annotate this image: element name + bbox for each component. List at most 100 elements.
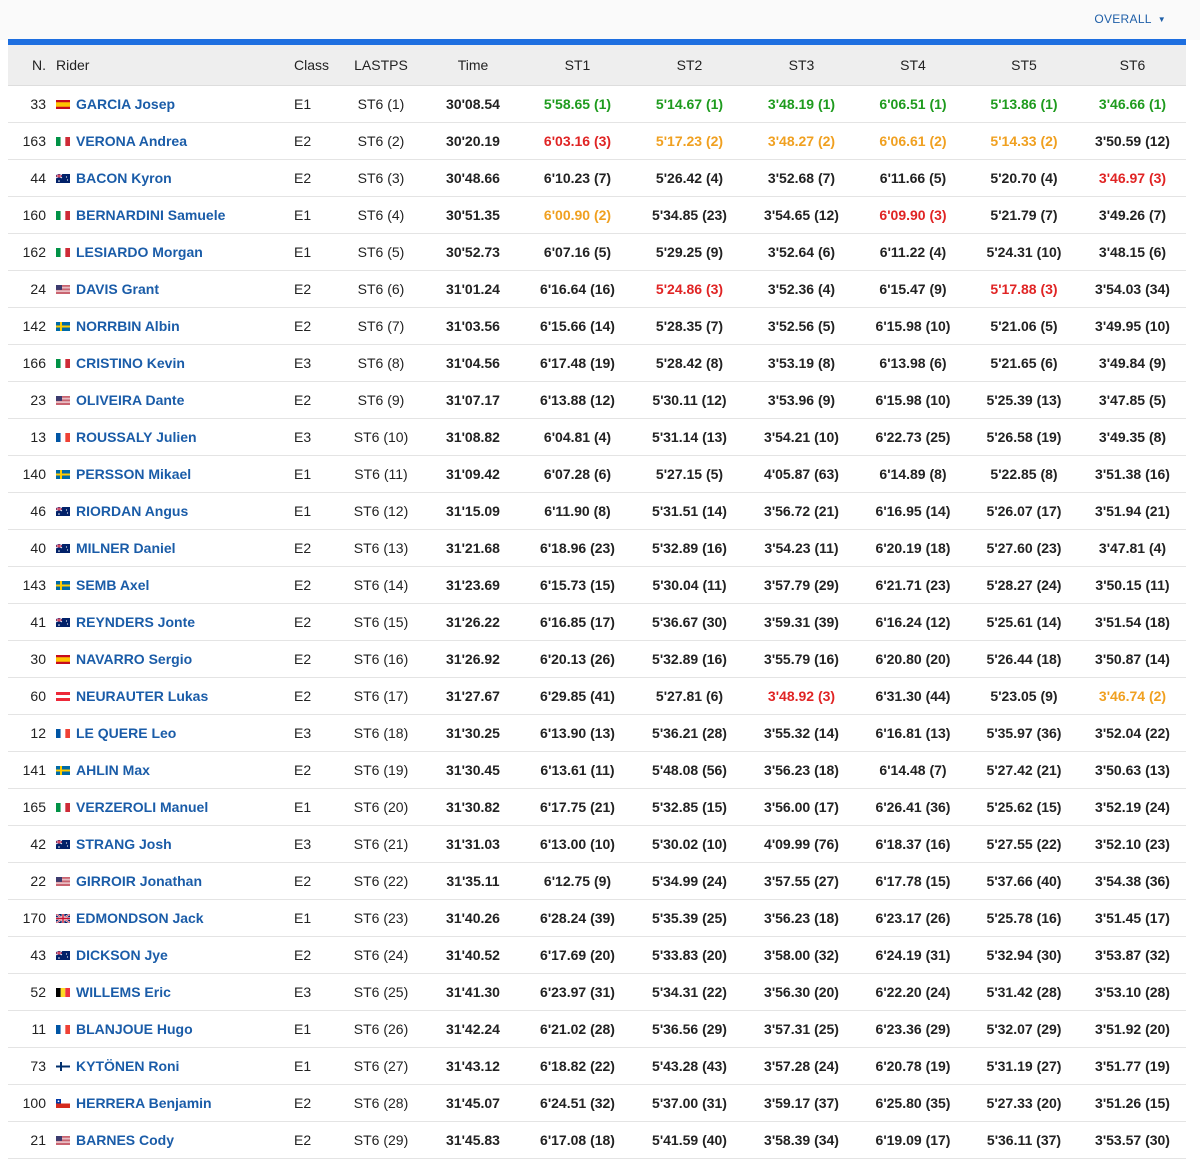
- rider-name-link[interactable]: BACON Kyron: [76, 170, 172, 186]
- rider-name-link[interactable]: NORRBIN Albin: [76, 318, 180, 334]
- col-header-rider[interactable]: Rider: [50, 45, 286, 86]
- rider-name-link[interactable]: OLIVEIRA Dante: [76, 392, 184, 408]
- stage-5-time: 5'21.65 (6): [969, 344, 1079, 382]
- last-stage: ST6 (23): [338, 899, 424, 937]
- stage-3-time: 3'53.19 (8): [746, 344, 857, 382]
- rider-name-link[interactable]: ROUSSALY Julien: [76, 429, 197, 445]
- stage-3-time: 3'48.27 (2): [746, 122, 857, 160]
- col-header-st2[interactable]: ST2: [633, 45, 746, 86]
- table-row: 143 SEMB Axel E2 ST6 (14) 31'23.69 6'15.73 (1…: [8, 566, 1186, 604]
- rider-name-link[interactable]: MILNER Daniel: [76, 540, 176, 556]
- col-header-st4[interactable]: ST4: [857, 45, 969, 86]
- rider-name-link[interactable]: BLANJOUE Hugo: [76, 1021, 193, 1037]
- rider-cell: BERNARDINI Samuele: [50, 196, 286, 234]
- rider-name-link[interactable]: VERONA Andrea: [76, 133, 187, 149]
- flag-us-icon: [56, 281, 70, 294]
- col-header-time[interactable]: Time: [424, 45, 522, 86]
- rider-name-link[interactable]: KYTÖNEN Roni: [76, 1058, 179, 1074]
- stage-2-time: 5'34.85 (23): [633, 196, 746, 234]
- col-header-number[interactable]: N.: [8, 45, 50, 86]
- stage-3-time: 3'56.72 (21): [746, 492, 857, 530]
- stage-6-time: 3'49.35 (8): [1079, 418, 1186, 456]
- total-time: 31'40.52: [424, 936, 522, 974]
- stage-6-time: 3'51.94 (21): [1079, 492, 1186, 530]
- col-header-st5[interactable]: ST5: [969, 45, 1079, 86]
- rider-name-link[interactable]: CRISTINO Kevin: [76, 355, 185, 371]
- table-row: 40 MILNER Daniel E2 ST6 (13) 31'21.68 6'18.96…: [8, 529, 1186, 567]
- rider-cell: MILNER Daniel: [50, 529, 286, 567]
- rider-class: E2: [286, 640, 338, 678]
- rider-cell: VERZEROLI Manuel: [50, 788, 286, 826]
- col-header-st6[interactable]: ST6: [1079, 45, 1186, 86]
- stage-5-time: 5'25.39 (13): [969, 381, 1079, 419]
- stage-5-time: 5'27.33 (20): [969, 1084, 1079, 1122]
- stage-5-time: 5'14.33 (2): [969, 122, 1079, 160]
- last-stage: ST6 (12): [338, 492, 424, 530]
- stage-1-time: 6'18.96 (23): [522, 529, 633, 567]
- stage-2-time: 5'35.39 (25): [633, 899, 746, 937]
- rider-name-link[interactable]: DICKSON Jye: [76, 947, 168, 963]
- rider-class: E1: [286, 492, 338, 530]
- rider-name-link[interactable]: HERRERA Benjamin: [76, 1095, 212, 1111]
- stage-2-time: 5'32.89 (16): [633, 529, 746, 567]
- rider-name-link[interactable]: PERSSON Mikael: [76, 466, 191, 482]
- stage-3-time: 3'54.21 (10): [746, 418, 857, 456]
- col-header-st3[interactable]: ST3: [746, 45, 857, 86]
- stage-5-time: 5'25.62 (15): [969, 788, 1079, 826]
- stage-3-time: 3'56.30 (20): [746, 973, 857, 1011]
- rider-name-link[interactable]: REYNDERS Jonte: [76, 614, 195, 630]
- rider-name-link[interactable]: NAVARRO Sergio: [76, 651, 192, 667]
- rider-class: E2: [286, 270, 338, 308]
- stage-4-time: 6'25.80 (35): [857, 1084, 969, 1122]
- rider-name-link[interactable]: WILLEMS Eric: [76, 984, 171, 1000]
- stage-4-time: 6'26.41 (36): [857, 788, 969, 826]
- col-header-class[interactable]: Class: [286, 45, 338, 86]
- last-stage: ST6 (27): [338, 1047, 424, 1085]
- total-time: 31'30.82: [424, 788, 522, 826]
- total-time: 31'30.25: [424, 714, 522, 752]
- rider-number: 33: [8, 85, 50, 123]
- last-stage: ST6 (25): [338, 973, 424, 1011]
- col-header-st1[interactable]: ST1: [522, 45, 633, 86]
- rider-cell: ROUSSALY Julien: [50, 418, 286, 456]
- stage-6-time: 3'52.10 (23): [1079, 825, 1186, 863]
- flag-se-icon: [56, 466, 70, 479]
- rider-number: 24: [8, 270, 50, 308]
- overall-dropdown[interactable]: OVERALL ▼: [1094, 12, 1166, 26]
- stage-6-time: 3'46.74 (2): [1079, 677, 1186, 715]
- last-stage: ST6 (28): [338, 1084, 424, 1122]
- stage-6-time: 3'51.54 (18): [1079, 603, 1186, 641]
- rider-number: 46: [8, 492, 50, 530]
- rider-number: 140: [8, 455, 50, 493]
- stage-1-time: 6'03.16 (3): [522, 122, 633, 160]
- table-row: 41 REYNDERS Jonte E2 ST6 (15) 31'26.22 6'16.8…: [8, 603, 1186, 641]
- stage-1-time: 6'07.16 (5): [522, 233, 633, 271]
- table-row: 12 LE QUERE Leo E3 ST6 (18) 31'30.25 6'13.90 …: [8, 714, 1186, 752]
- rider-name-link[interactable]: LESIARDO Morgan: [76, 244, 203, 260]
- stage-4-time: 6'21.71 (23): [857, 566, 969, 604]
- rider-name-link[interactable]: BERNARDINI Samuele: [76, 207, 225, 223]
- rider-name-link[interactable]: GARCIA Josep: [76, 96, 175, 112]
- rider-name-link[interactable]: RIORDAN Angus: [76, 503, 188, 519]
- rider-name-link[interactable]: GIRROIR Jonathan: [76, 873, 202, 889]
- rider-number: 60: [8, 677, 50, 715]
- col-header-lastps[interactable]: LASTPS: [338, 45, 424, 86]
- stage-4-time: 6'15.47 (9): [857, 270, 969, 308]
- rider-name-link[interactable]: LE QUERE Leo: [76, 725, 176, 741]
- rider-number: 166: [8, 344, 50, 382]
- rider-name-link[interactable]: NEURAUTER Lukas: [76, 688, 208, 704]
- rider-name-link[interactable]: VERZEROLI Manuel: [76, 799, 208, 815]
- rider-class: E3: [286, 344, 338, 382]
- rider-name-link[interactable]: SEMB Axel: [76, 577, 149, 593]
- rider-name-link[interactable]: STRANG Josh: [76, 836, 172, 852]
- rider-name-link[interactable]: EDMONDSON Jack: [76, 910, 204, 926]
- stage-4-time: 6'16.81 (13): [857, 714, 969, 752]
- stage-1-time: 6'16.85 (17): [522, 603, 633, 641]
- rider-name-link[interactable]: AHLIN Max: [76, 762, 150, 778]
- total-time: 31'31.03: [424, 825, 522, 863]
- stage-3-time: 3'58.39 (34): [746, 1121, 857, 1159]
- rider-name-link[interactable]: DAVIS Grant: [76, 281, 159, 297]
- stage-1-time: 6'17.48 (19): [522, 344, 633, 382]
- stage-4-time: 6'20.19 (18): [857, 529, 969, 567]
- flag-it-icon: [56, 207, 70, 220]
